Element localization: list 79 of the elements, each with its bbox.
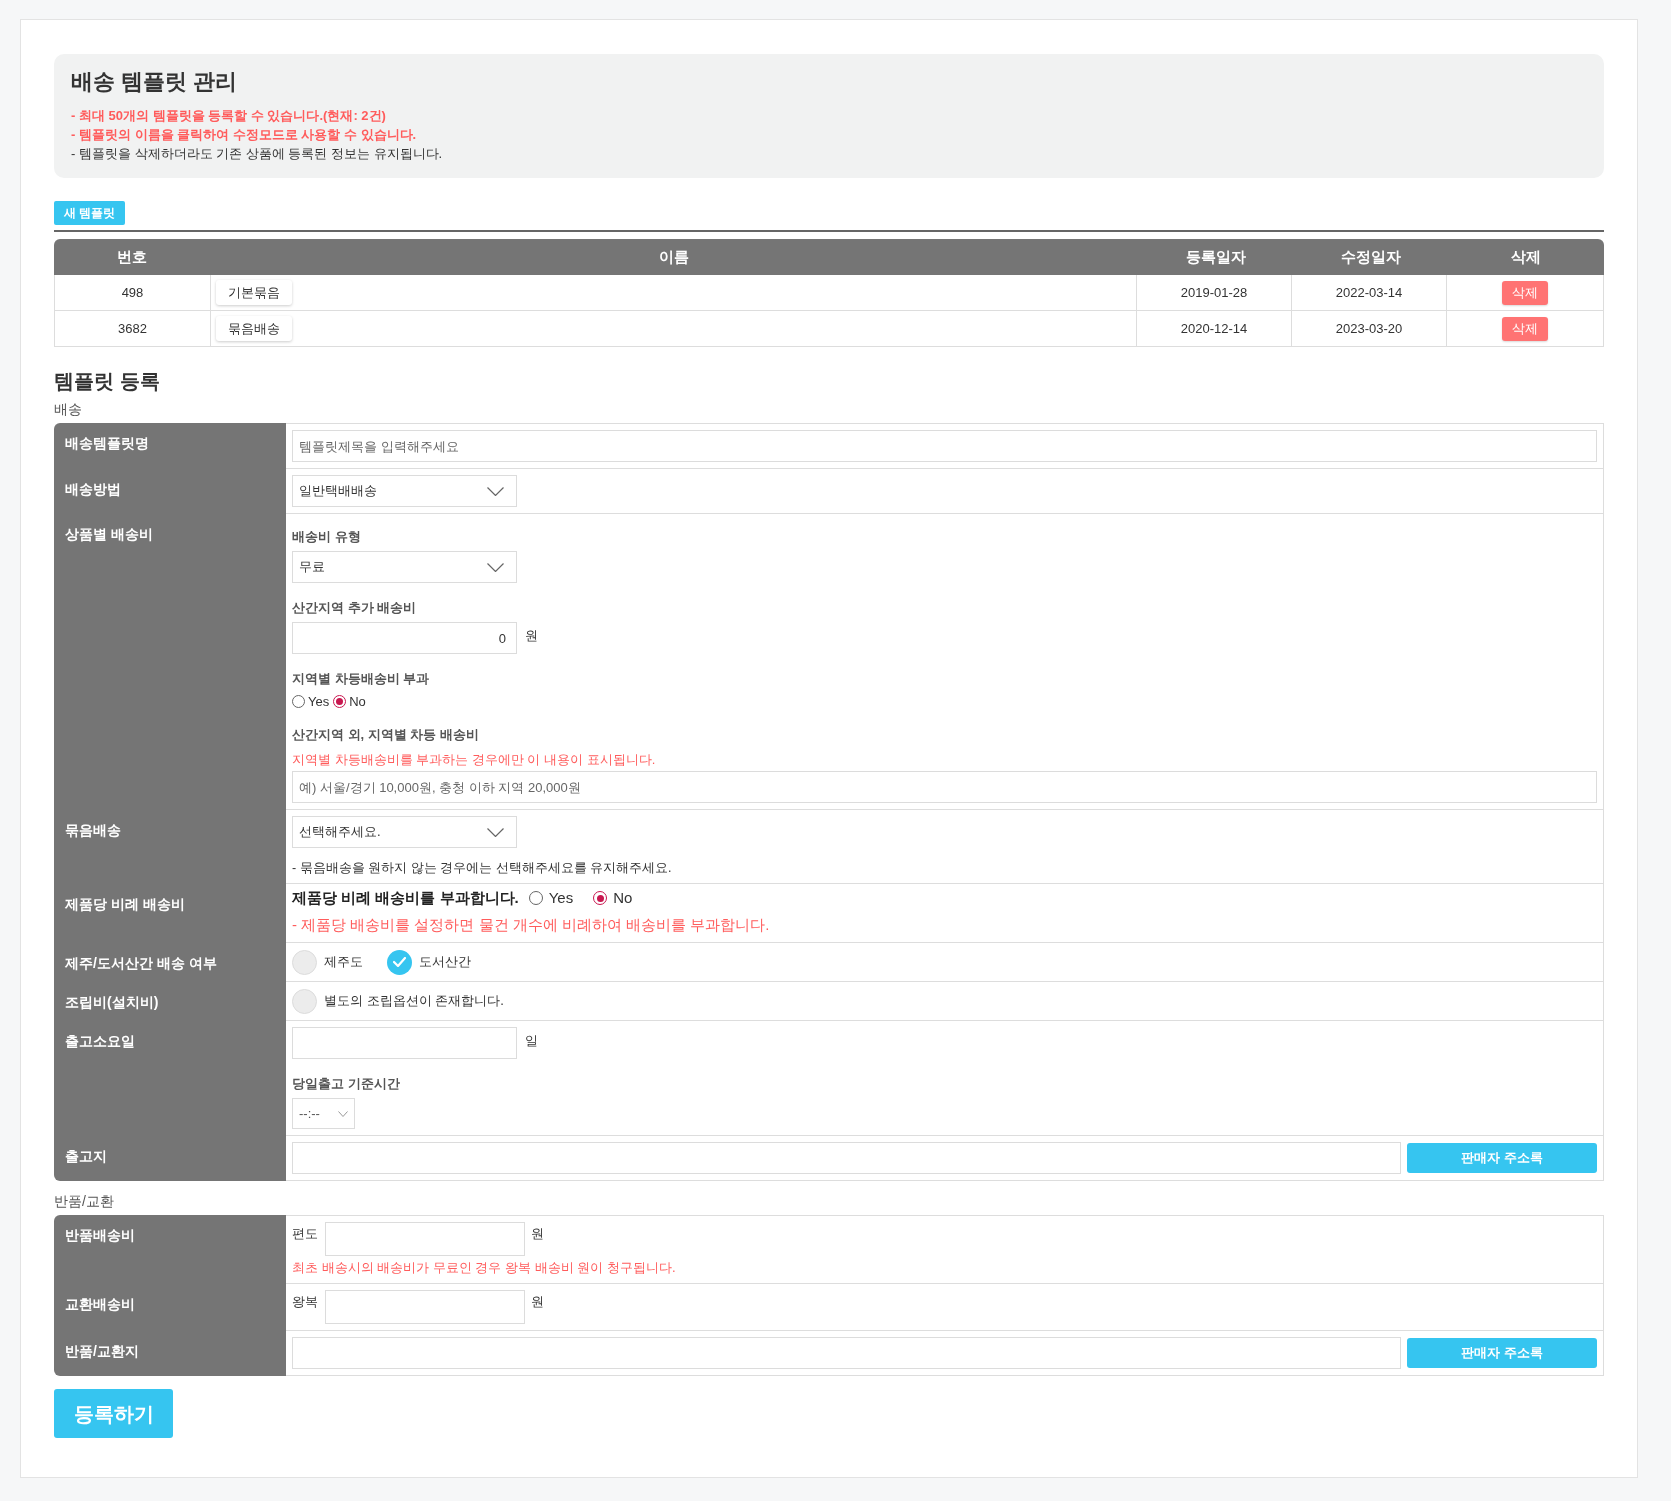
- field-label: 출고소요일: [54, 1021, 286, 1136]
- unit-label: 원: [531, 1225, 544, 1243]
- unit-label: 원: [525, 627, 538, 645]
- field-label: 반품배송비: [54, 1215, 286, 1284]
- time-select[interactable]: --:--: [292, 1098, 355, 1129]
- radio-button[interactable]: [528, 891, 543, 905]
- field-label: 반품/교환지: [54, 1331, 286, 1376]
- select-dropdown[interactable]: 일반택배배송: [292, 475, 517, 507]
- table-cell: 498: [55, 275, 211, 310]
- field-label: 제품당 비례 배송비: [54, 884, 286, 943]
- number-input[interactable]: [292, 1027, 517, 1059]
- field-label: 묶음배송: [54, 810, 286, 884]
- column-header: 등록일자: [1184, 246, 1247, 267]
- radio-label: No: [613, 887, 633, 908]
- text-input[interactable]: 예) 서울/경기 10,000원, 충청 이하 지역 20,000원: [292, 771, 1597, 803]
- fee-input[interactable]: [325, 1222, 525, 1256]
- column-header: 삭제: [1510, 246, 1542, 267]
- column-header: 번호: [116, 246, 148, 267]
- template-name-button[interactable]: 기본묶음: [216, 280, 292, 305]
- table-cell: 2023-03-20: [1292, 311, 1447, 346]
- template-name-button[interactable]: 묶음배송: [216, 316, 292, 341]
- prefix-label: 왕복: [292, 1293, 318, 1311]
- warning-text: 지역별 차등배송비를 부과하는 경우에만 이 내용이 표시됩니다.: [292, 751, 657, 769]
- hint-text: - 묶음배송을 원하지 않는 경우에는 선택해주세요를 유지해주세요.: [292, 860, 673, 877]
- notice-text: - 템플릿을 삭제하더라도 기존 상품에 등록된 정보는 유지됩니다.: [71, 145, 443, 163]
- subsection-title: 반품/교환: [54, 1192, 115, 1211]
- unit-label: 일: [525, 1032, 538, 1050]
- radio-label: Yes: [308, 693, 330, 710]
- field-caption: 산간지역 추가 배송비: [292, 599, 418, 617]
- fee-input[interactable]: [325, 1290, 525, 1324]
- table-cell: 2020-12-14: [1137, 311, 1292, 346]
- warning-text: 최초 배송시의 배송비가 무료인 경우 왕복 배송비 원이 청구됩니다.: [292, 1259, 677, 1277]
- radio-label: Yes: [548, 887, 574, 908]
- subsection-title: 배송: [54, 400, 83, 419]
- text-input[interactable]: 템플릿제목을 입력해주세요: [292, 430, 1597, 462]
- table-cell: 3682: [55, 311, 211, 346]
- table-cell: 2022-03-14: [1292, 275, 1447, 310]
- page-title: 배송 템플릿 관리: [71, 68, 239, 96]
- radio-button[interactable]: [292, 695, 305, 708]
- notice-text: - 최대 50개의 템플릿을 등록할 수 있습니다.(현재: 2건): [71, 107, 386, 125]
- chevron-down-icon: [487, 486, 504, 496]
- checkbox-label: 별도의 조립옵션이 존재합니다.: [324, 992, 504, 1011]
- field-caption: 지역별 차등배송비 부과: [292, 670, 431, 688]
- field-caption: 당일출고 기준시간: [292, 1075, 401, 1093]
- field-label: 조립비(설치비): [54, 982, 286, 1021]
- field-label: 제주/도서산간 배송 여부: [54, 943, 286, 982]
- address-input[interactable]: [292, 1142, 1401, 1174]
- radio-button[interactable]: [333, 695, 347, 708]
- field-label: 배송방법: [54, 469, 286, 514]
- select-dropdown[interactable]: 선택해주세요.: [292, 816, 517, 848]
- field-label: 배송템플릿명: [54, 423, 286, 469]
- number-input[interactable]: 0: [292, 622, 517, 654]
- notice-text: - 템플릿의 이름을 클릭하여 수정모드로 사용할 수 있습니다.: [71, 126, 417, 144]
- field-caption: 배송비 유형: [292, 528, 362, 546]
- select-dropdown[interactable]: 무료: [292, 551, 517, 583]
- question-text: 제품당 비례 배송비를 부과합니다.: [292, 887, 519, 908]
- chevron-down-icon: [487, 562, 504, 572]
- round-checkbox[interactable]: [387, 949, 412, 975]
- field-label: 교환배송비: [54, 1284, 286, 1331]
- field-label: 출고지: [54, 1136, 286, 1181]
- round-checkbox[interactable]: [292, 949, 317, 975]
- checkbox-label: 도서산간: [419, 953, 471, 972]
- chevron-down-icon: [338, 1110, 348, 1117]
- radio-label: No: [349, 693, 366, 710]
- address-input[interactable]: [292, 1337, 1401, 1369]
- radio-button[interactable]: [593, 891, 608, 905]
- check-icon: [393, 957, 406, 967]
- checkbox-label: 제주도: [324, 953, 363, 972]
- warning-text: - 제품당 배송비를 설정하면 물건 개수에 비례하여 배송비를 부과합니다.: [292, 915, 771, 935]
- section-title: 템플릿 등록: [54, 369, 161, 394]
- field-caption: 산간지역 외, 지역별 차등 배송비: [292, 726, 481, 744]
- table-cell: 2019-01-28: [1137, 275, 1292, 310]
- unit-label: 원: [531, 1293, 544, 1311]
- column-header: 수정일자: [1339, 246, 1402, 267]
- round-checkbox[interactable]: [292, 988, 317, 1014]
- field-label: 상품별 배송비: [54, 514, 286, 810]
- column-header: 이름: [658, 246, 690, 267]
- prefix-label: 편도: [292, 1225, 318, 1243]
- chevron-down-icon: [487, 827, 504, 837]
